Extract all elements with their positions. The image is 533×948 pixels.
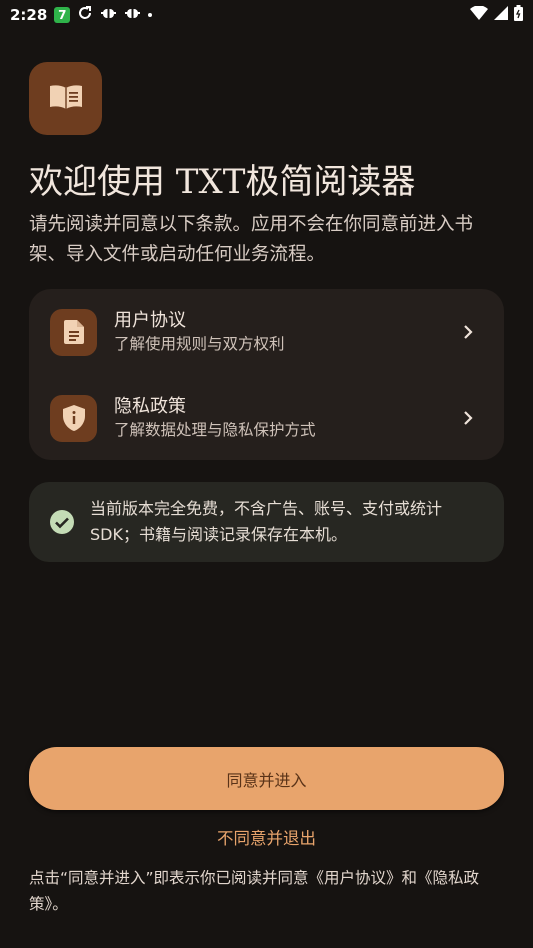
shield-icon <box>50 394 97 442</box>
sync-icon <box>77 5 93 25</box>
decline-button[interactable]: 不同意并退出 <box>0 827 533 851</box>
status-bar: 2:28 7 <box>0 0 533 30</box>
user-agreement-item[interactable]: 用户协议 了解使用规则与双方权利 <box>29 289 504 375</box>
privacy-policy-text: 隐私政策 了解数据处理与隐私保护方式 <box>114 395 456 441</box>
signal-icon <box>494 6 508 24</box>
info-card: 当前版本完全免费，不含广告、账号、支付或统计SDK；书籍与阅读记录保存在本机。 <box>29 482 504 562</box>
document-icon <box>50 308 97 356</box>
privacy-policy-desc: 了解数据处理与隐私保护方式 <box>114 421 316 439</box>
status-left: 2:28 7 <box>10 5 153 25</box>
chevron-right-icon <box>456 406 480 430</box>
dot-icon <box>148 13 153 17</box>
user-agreement-desc: 了解使用规则与双方权利 <box>114 335 285 353</box>
wifi-icon <box>470 5 488 24</box>
user-agreement-text: 用户协议 了解使用规则与双方权利 <box>114 309 456 355</box>
info-text: 当前版本完全免费，不含广告、账号、支付或统计SDK；书籍与阅读记录保存在本机。 <box>90 499 443 544</box>
agreements-card: 用户协议 了解使用规则与双方权利 隐私政策 了解数据处理与隐私保护方式 <box>29 289 504 460</box>
status-time: 2:28 <box>10 6 48 24</box>
page-title: 欢迎使用 TXT极简阅读器 <box>29 162 416 202</box>
consent-footnote: 点击“同意并进入”即表示你已阅读并同意《用户协议》和《隐私政策》。 <box>29 869 480 913</box>
page-subtitle: 请先阅读并同意以下条款。应用不会在你同意前进入书架、导入文件或启动任何业务流程。 <box>29 214 474 265</box>
status-right <box>470 5 523 25</box>
privacy-policy-item[interactable]: 隐私政策 了解数据处理与隐私保护方式 <box>29 375 504 461</box>
battery-icon <box>514 5 523 25</box>
bug-icon <box>124 5 141 25</box>
user-agreement-title: 用户协议 <box>114 310 186 331</box>
privacy-policy-title: 隐私政策 <box>114 396 186 417</box>
bug-icon <box>100 5 117 25</box>
agree-button[interactable]: 同意并进入 <box>29 747 504 810</box>
app-logo <box>29 62 102 135</box>
notification-badge: 7 <box>54 7 71 23</box>
check-circle-icon <box>49 509 75 535</box>
chevron-right-icon <box>456 320 480 344</box>
book-icon <box>48 83 84 115</box>
